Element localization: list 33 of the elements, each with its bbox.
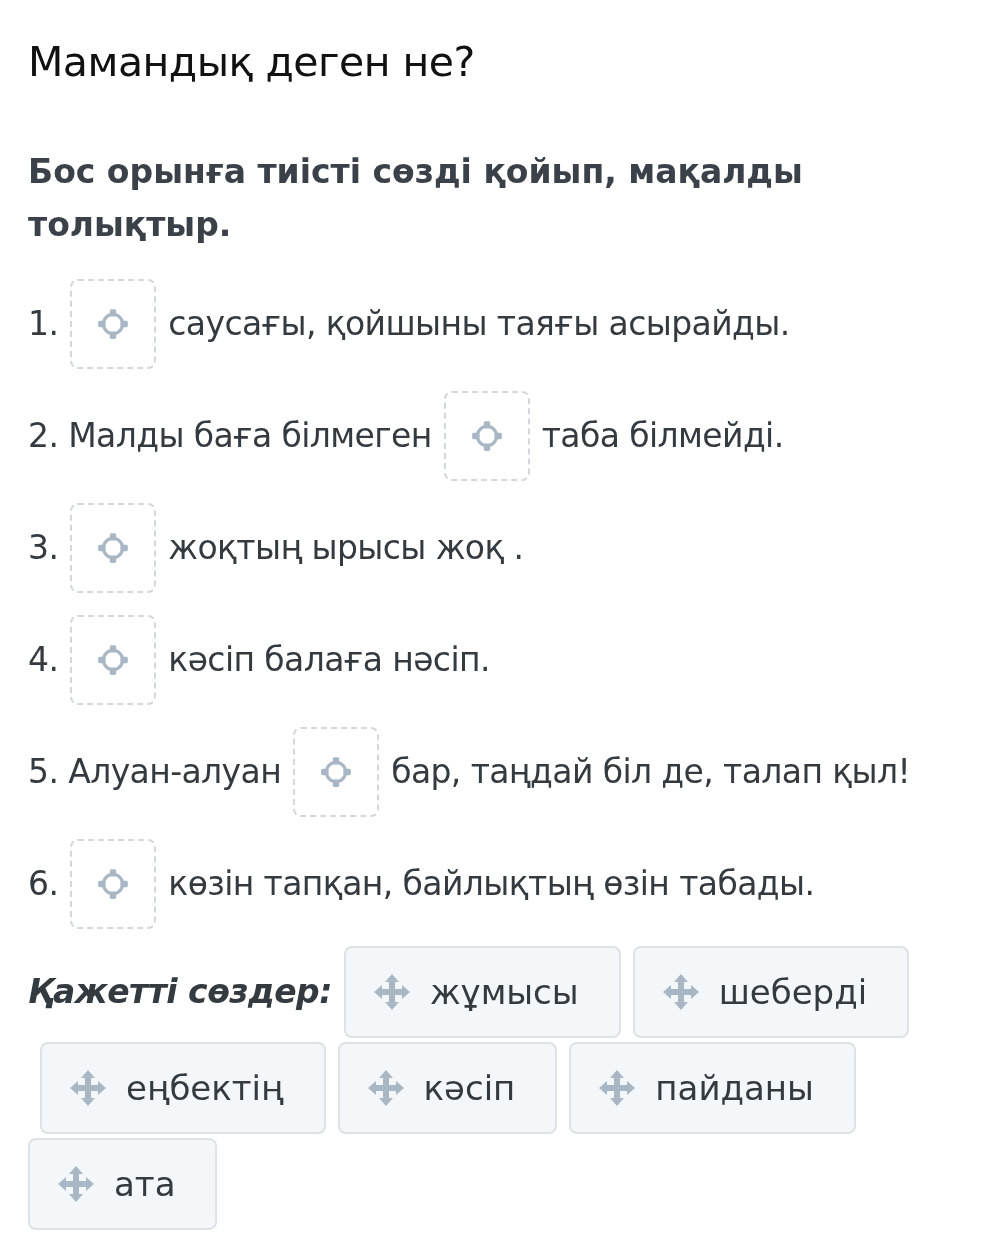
word-chip[interactable]: шеберді [632, 945, 910, 1038]
crosshair-icon [96, 530, 131, 565]
sentence-text: жоқтың ырысы жоқ . [168, 528, 524, 568]
page-title: Мамандық деген не? [28, 38, 476, 86]
sentence-text: 3. [28, 528, 59, 568]
drop-zone[interactable] [293, 726, 380, 817]
sentence-text: 1. [28, 304, 59, 344]
crosshair-icon [469, 418, 504, 453]
sentence-text: таба білмейді. [541, 416, 784, 456]
sentence-text: көзін тапқан, байлықтың өзін табады. [168, 864, 815, 904]
word-chip[interactable]: пайданы [569, 1041, 856, 1134]
instruction-text: Бос орынға тиісті сөзді қойып, мақалды толықтыр. [28, 151, 804, 246]
drop-zone[interactable] [443, 390, 530, 481]
drop-zone[interactable] [70, 838, 157, 929]
crosshair-icon [96, 866, 131, 901]
crosshair-icon [319, 754, 354, 789]
crosshair-icon [96, 306, 131, 341]
sentence-text: бар, таңдай біл де, талап қыл! [391, 752, 911, 792]
drop-zone[interactable] [70, 278, 157, 369]
sentence-text: 6. [28, 864, 59, 904]
sentence-text: кәсіп балаға нәсіп. [168, 640, 490, 680]
sentence-text: саусағы, қойшыны таяғы асырайды. [168, 304, 790, 344]
sentence-text: 4. [28, 640, 59, 680]
sentence-text: 2. Малды баға білмеген [28, 416, 432, 456]
word-chip[interactable]: ата [28, 1137, 218, 1230]
word-chip[interactable]: жұмысы [343, 945, 621, 1038]
word-chip[interactable]: еңбектің [40, 1041, 326, 1134]
sentence-text: 5. Алуан-алуан [28, 752, 282, 792]
crosshair-icon [96, 642, 131, 677]
word-chip[interactable]: кәсіп [337, 1041, 558, 1134]
drop-zone[interactable] [70, 502, 157, 593]
word-bank-label: Қажетті сөздер: [28, 972, 332, 1012]
drop-zone[interactable] [70, 614, 157, 705]
